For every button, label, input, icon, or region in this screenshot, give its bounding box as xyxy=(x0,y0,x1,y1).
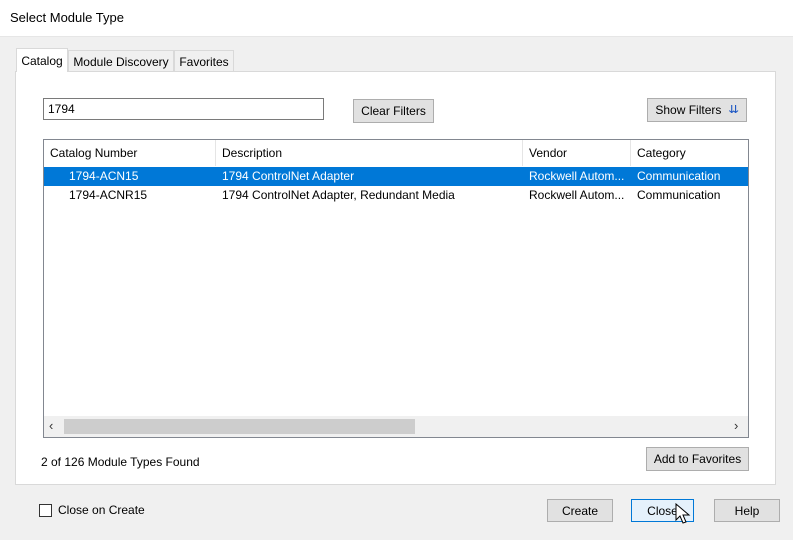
tab-label: Module Discovery xyxy=(73,54,169,69)
close-on-create-label[interactable]: Close on Create xyxy=(58,503,145,517)
tab-favorites[interactable]: Favorites xyxy=(174,50,234,72)
column-header-label: Catalog Number xyxy=(50,146,138,160)
column-header-label: Description xyxy=(222,146,283,160)
column-header-label: Vendor xyxy=(529,146,568,160)
column-header-category[interactable]: Category xyxy=(631,140,748,166)
modules-found-status: 2 of 126 Module Types Found xyxy=(41,455,200,469)
mouse-cursor-icon xyxy=(675,503,691,524)
catalog-number-cell: 1794-ACNR15 xyxy=(69,188,148,202)
window-title: Select Module Type xyxy=(10,10,124,25)
table-row[interactable]: 1794-ACNR15 1794 ControlNet Adapter, Red… xyxy=(44,186,748,205)
category-cell: Communication xyxy=(637,188,721,202)
description-cell: 1794 ControlNet Adapter, Redundant Media xyxy=(222,188,455,202)
double-chevron-down-icon: ⇊ xyxy=(728,104,740,116)
clear-filters-label: Clear Filters xyxy=(361,104,426,118)
show-filters-label: Show Filters xyxy=(655,103,722,117)
tab-catalog[interactable]: Catalog xyxy=(16,48,68,72)
create-button[interactable]: Create xyxy=(547,499,613,522)
column-header-catalog-number[interactable]: Catalog Number xyxy=(44,140,215,166)
column-header-label: Category xyxy=(637,146,686,160)
tab-label: Catalog xyxy=(21,53,63,68)
catalog-panel: 1794 Clear Filters Show Filters ⇊ Catalo… xyxy=(15,71,776,485)
search-input-value: 1794 xyxy=(48,102,75,116)
description-cell: 1794 ControlNet Adapter xyxy=(222,169,355,183)
search-input[interactable]: 1794 xyxy=(43,98,324,120)
close-on-create-checkbox[interactable] xyxy=(39,504,52,517)
horizontal-scrollbar[interactable]: ‹ › xyxy=(44,416,748,437)
vendor-cell: Rockwell Autom... xyxy=(529,169,625,183)
vendor-cell: Rockwell Autom... xyxy=(529,188,625,202)
scroll-left-icon[interactable]: ‹ xyxy=(49,418,53,433)
module-table[interactable]: Catalog Number Description Vendor Catego… xyxy=(43,139,749,438)
category-cell: Communication xyxy=(637,169,721,183)
tab-label: Favorites xyxy=(179,54,229,69)
help-label: Help xyxy=(734,503,760,518)
help-button[interactable]: Help xyxy=(714,499,780,522)
title-bar: Select Module Type xyxy=(0,0,793,36)
clear-filters-button[interactable]: Clear Filters xyxy=(353,99,434,123)
scroll-right-icon[interactable]: › xyxy=(734,418,738,433)
column-header-description[interactable]: Description xyxy=(216,140,522,166)
catalog-number-cell: 1794-ACN15 xyxy=(69,169,139,183)
close-label: Close xyxy=(647,503,678,518)
show-filters-button[interactable]: Show Filters ⇊ xyxy=(647,98,747,122)
column-header-vendor[interactable]: Vendor xyxy=(523,140,630,166)
tab-module-discovery[interactable]: Module Discovery xyxy=(68,50,174,72)
add-to-favorites-button[interactable]: Add to Favorites xyxy=(646,447,749,471)
create-label: Create xyxy=(561,503,599,518)
table-row[interactable]: 1794-ACN15 1794 ControlNet Adapter Rockw… xyxy=(44,167,748,186)
add-to-favorites-label: Add to Favorites xyxy=(653,452,742,466)
scrollbar-thumb[interactable] xyxy=(64,419,415,434)
